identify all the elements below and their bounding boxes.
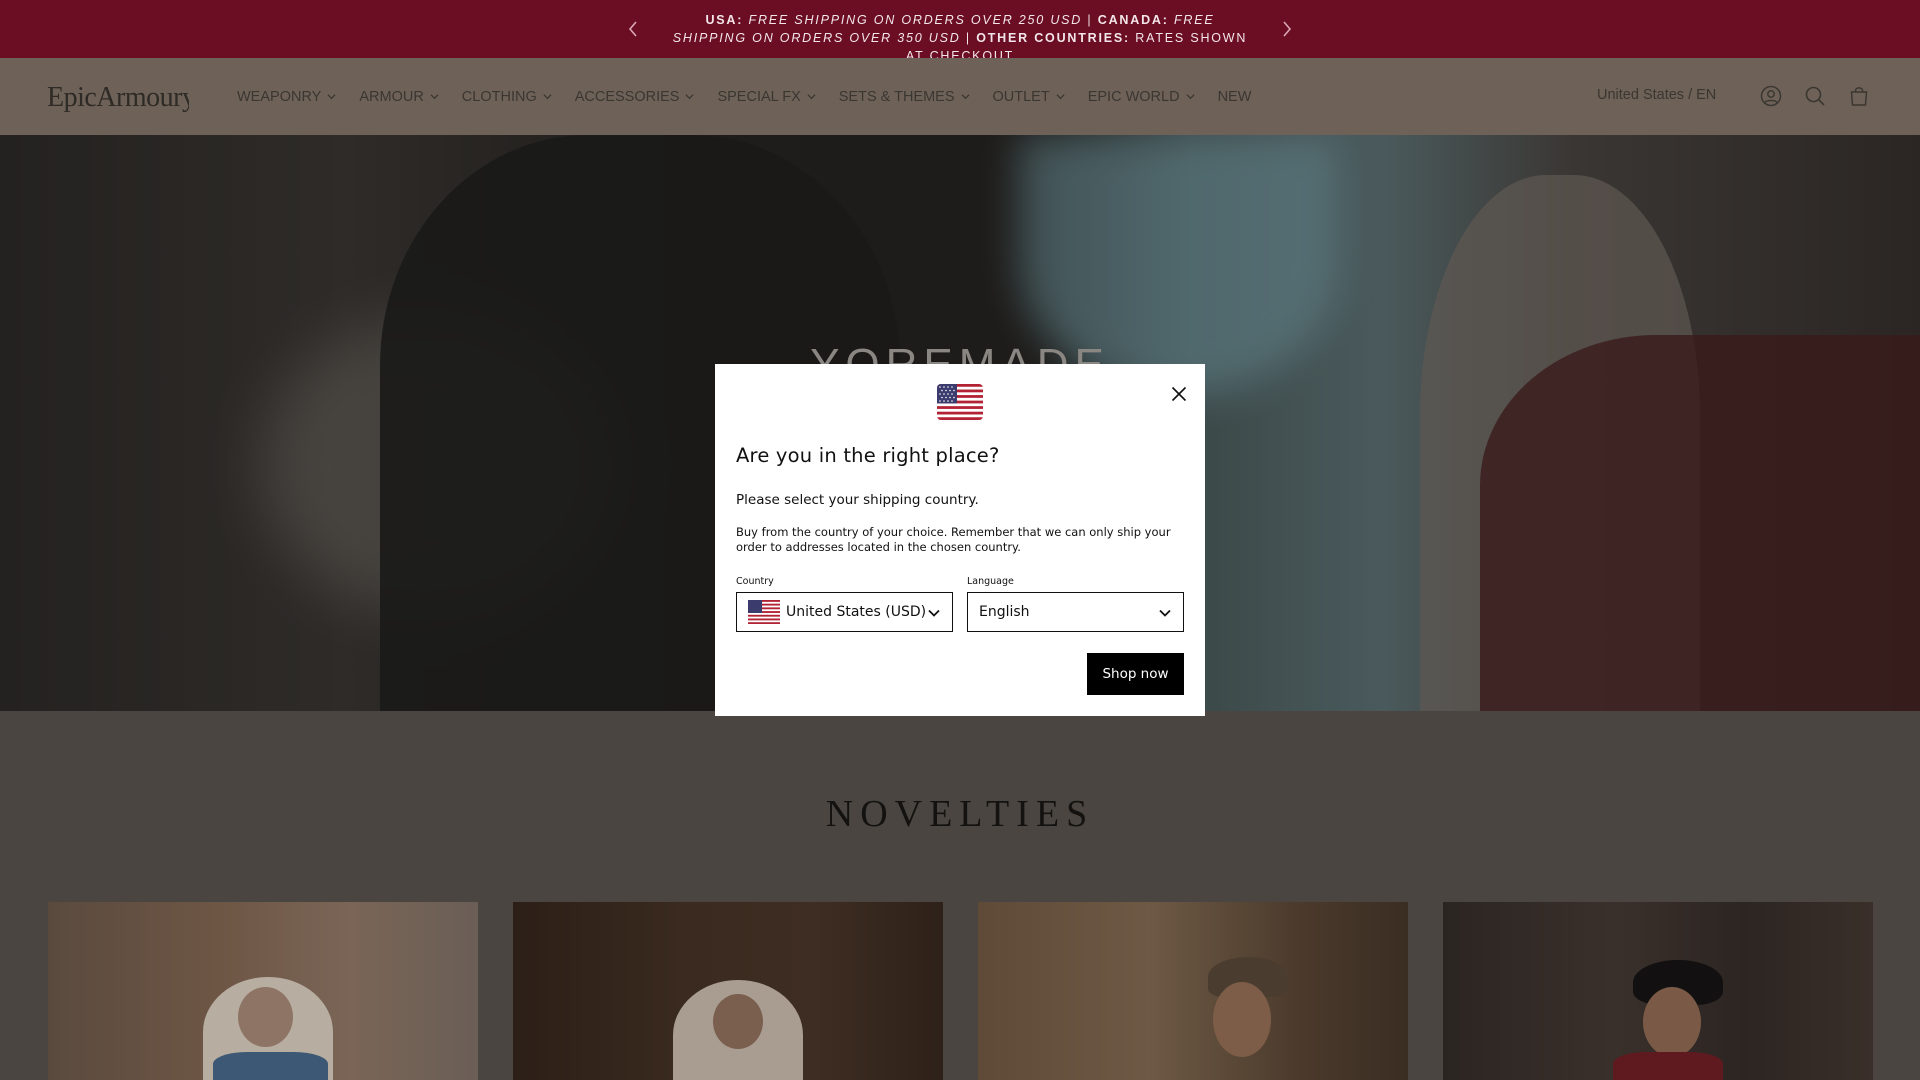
nav-item-label: EPIC WORLD: [1087, 88, 1180, 105]
modal-subtitle: Please select your shipping country.: [736, 492, 979, 508]
country-selector-modal: Are you in the right place? Please selec…: [715, 364, 1205, 716]
chevron-down-icon: [1159, 609, 1171, 617]
nav-item-accessories[interactable]: ACCESSORIES: [575, 89, 695, 105]
country-select[interactable]: United States (USD): [736, 592, 953, 632]
chevron-down-icon: [685, 94, 695, 100]
language-select-value: English: [979, 604, 1030, 620]
product-image-face: [1213, 982, 1271, 1057]
nav-item-label: CLOTHING: [461, 88, 537, 105]
novelties-section: NOVELTIES: [0, 711, 1920, 1080]
shop-now-button[interactable]: Shop now: [1087, 653, 1184, 695]
modal-description: Buy from the country of your choice. Rem…: [736, 525, 1171, 554]
chevron-left-icon[interactable]: [621, 17, 645, 41]
country-select-value: United States (USD): [786, 604, 927, 620]
nav-item-label: NEW: [1217, 88, 1252, 105]
modal-title: Are you in the right place?: [736, 444, 1000, 467]
product-image-face: [713, 994, 763, 1049]
nav-item-label: ACCESSORIES: [574, 88, 680, 105]
announcement-bar: USA: FREE SHIPPING ON ORDERS OVER 250 US…: [0, 0, 1920, 63]
nav-item-label: OUTLET: [992, 88, 1050, 105]
usa-label: USA:: [705, 13, 744, 27]
nav-item-label: SPECIAL FX: [717, 88, 801, 105]
chevron-down-icon: [543, 94, 552, 100]
product-card[interactable]: [513, 902, 943, 1080]
nav-item-epic-world[interactable]: EPIC WORLD: [1088, 89, 1195, 105]
main-navigation: WEAPONRY ARMOUR CLOTHING ACCESSORIES SPE…: [237, 58, 1274, 135]
chevron-down-icon: [960, 94, 970, 100]
us-flag-icon: [937, 384, 983, 420]
separator: |: [965, 31, 971, 45]
chevron-down-icon: [1186, 94, 1195, 100]
announcement-message: USA: FREE SHIPPING ON ORDERS OVER 250 US…: [670, 11, 1250, 65]
country-label: Country: [736, 576, 774, 587]
product-card[interactable]: [978, 902, 1408, 1080]
svg-text:EpicArmoury: EpicArmoury: [47, 82, 189, 113]
nav-item-special-fx[interactable]: SPECIAL FX: [717, 88, 816, 105]
hero-figure-right-garment: [1480, 335, 1920, 711]
site-header: EpicArmoury WEAPONRY ARMOUR CLOTHING ACC…: [0, 58, 1920, 135]
search-icon[interactable]: [1803, 84, 1827, 108]
chevron-down-icon: [928, 609, 940, 617]
product-image-garment: [1613, 1052, 1723, 1080]
nav-item-label: WEAPONRY: [237, 88, 322, 105]
us-flag-icon: [748, 600, 780, 624]
epic-armoury-logo[interactable]: EpicArmoury: [47, 76, 196, 116]
nav-item-outlet[interactable]: OUTLET: [993, 89, 1065, 105]
nav-item-clothing[interactable]: CLOTHING: [462, 89, 552, 105]
other-countries-label: OTHER COUNTRIES:: [976, 31, 1131, 45]
account-icon[interactable]: [1759, 84, 1783, 108]
chevron-down-icon: [327, 94, 336, 100]
product-card[interactable]: [1443, 902, 1873, 1080]
nav-item-new[interactable]: NEW: [1218, 89, 1252, 105]
nav-item-weaponry[interactable]: WEAPONRY: [237, 89, 336, 105]
usa-shipping-text: FREE SHIPPING ON ORDERS OVER 250 USD: [748, 13, 1083, 27]
section-title: NOVELTIES: [825, 793, 1095, 835]
nav-item-label: ARMOUR: [359, 88, 424, 105]
product-image-face: [1643, 987, 1701, 1057]
separator: |: [1087, 13, 1093, 27]
locale-selector[interactable]: United States / EN: [1597, 87, 1716, 103]
product-image-face: [238, 987, 293, 1047]
nav-item-sets-themes[interactable]: SETS & THEMES: [839, 89, 970, 105]
close-icon[interactable]: [1167, 382, 1191, 406]
nav-item-label: SETS & THEMES: [838, 88, 955, 105]
product-image-dress: [213, 1052, 328, 1080]
product-card[interactable]: [48, 902, 478, 1080]
chevron-down-icon: [1056, 94, 1065, 100]
chevron-right-icon[interactable]: [1275, 17, 1299, 41]
language-select[interactable]: English: [967, 592, 1184, 632]
language-label: Language: [967, 576, 1014, 587]
cart-icon[interactable]: [1847, 84, 1871, 108]
chevron-down-icon: [807, 94, 816, 100]
canada-label: CANADA:: [1097, 13, 1169, 27]
chevron-down-icon: [430, 94, 439, 100]
nav-item-armour[interactable]: ARMOUR: [359, 88, 439, 105]
